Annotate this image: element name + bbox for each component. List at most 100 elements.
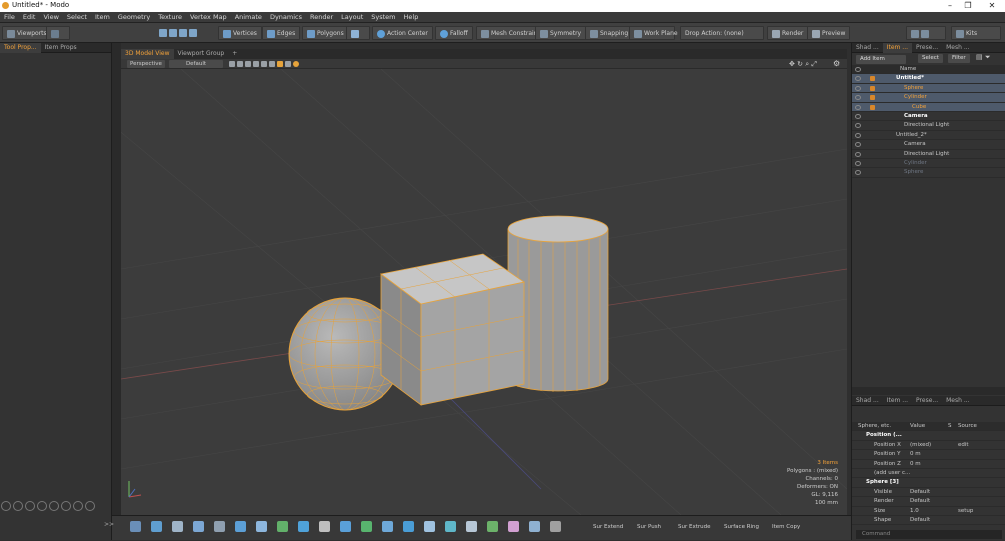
visibility-icon[interactable] — [855, 104, 861, 110]
item-row[interactable]: Camera — [852, 112, 1005, 122]
modeling-tool-icon[interactable] — [340, 521, 351, 532]
drop-action-dropdown[interactable]: Drop Action: (none) — [680, 26, 764, 40]
modeling-tool-icon[interactable] — [319, 521, 330, 532]
expand-icon[interactable]: >> — [98, 519, 120, 531]
item-row[interactable]: Camera — [852, 140, 1005, 150]
property-value[interactable]: Default — [910, 497, 930, 506]
display-icon-6[interactable] — [269, 61, 275, 67]
edges-button[interactable]: Edges — [262, 26, 301, 40]
lock-state-icon[interactable] — [870, 95, 875, 101]
modeling-tool-icon[interactable] — [298, 521, 309, 532]
visibility-icon[interactable] — [855, 151, 861, 157]
menu-help[interactable]: Help — [400, 12, 423, 23]
modeling-tool-icon[interactable] — [235, 521, 246, 532]
menu-render[interactable]: Render — [306, 12, 337, 23]
item-row[interactable]: Sphere — [852, 83, 1005, 94]
menu-system[interactable]: System — [367, 12, 399, 23]
modeling-tool-icon[interactable] — [529, 521, 540, 532]
vertices-button[interactable]: Vertices — [218, 26, 262, 40]
modeling-tool-icon[interactable] — [487, 521, 498, 532]
property-row[interactable]: Position X (mixed) edit — [852, 441, 1005, 451]
menu-edit[interactable]: Edit — [19, 12, 40, 23]
modeling-tool-icon[interactable] — [550, 521, 561, 532]
fit-icon[interactable]: ⤢ — [811, 60, 817, 68]
property-row[interactable]: Size 1.0 setup — [852, 507, 1005, 516]
modeling-tool-icon[interactable] — [424, 521, 435, 532]
visibility-icon[interactable] — [855, 170, 861, 176]
visibility-icon[interactable] — [855, 85, 861, 91]
minimize-icon[interactable]: – — [941, 0, 959, 12]
sur-push-button[interactable]: Sur Push — [631, 521, 667, 533]
layout-toggle-button[interactable] — [46, 26, 70, 40]
close-icon[interactable]: ✕ — [983, 0, 1001, 12]
warning-icon[interactable] — [277, 61, 283, 67]
mode-icon-8[interactable] — [85, 501, 95, 511]
select-button[interactable]: Select — [918, 54, 943, 63]
sur-extrude-button[interactable]: Sur Extrude — [672, 521, 717, 533]
falloff-button[interactable]: Falloff — [435, 26, 473, 40]
mode-icon-4[interactable] — [37, 501, 47, 511]
mode-icon-6[interactable] — [61, 501, 71, 511]
display-icon-1[interactable] — [229, 61, 235, 67]
property-value[interactable]: 1.0 — [910, 507, 919, 516]
modeling-tool-icon[interactable] — [382, 521, 393, 532]
visibility-icon[interactable] — [855, 113, 861, 119]
item-row[interactable]: Untitled* — [852, 74, 1005, 84]
property-row[interactable]: Sphere [3] — [852, 478, 1005, 488]
modeling-tool-icon[interactable] — [151, 521, 162, 532]
item-row[interactable]: Cylinder — [852, 159, 1005, 169]
modeling-tool-icon[interactable] — [466, 521, 477, 532]
visibility-icon[interactable] — [855, 123, 861, 129]
property-value[interactable]: Default — [910, 488, 930, 497]
tab-props-presets[interactable]: Prese... — [912, 396, 942, 406]
lock-state-icon[interactable] — [870, 85, 875, 91]
sur-extend-button[interactable]: Sur Extend — [587, 521, 629, 533]
view-mode-dropdown[interactable]: Perspective — [127, 60, 165, 68]
display-icon-3[interactable] — [245, 61, 251, 67]
tab-3d-model-view[interactable]: 3D Model View — [121, 49, 174, 59]
mode-icon-3[interactable] — [25, 501, 35, 511]
maximize-icon[interactable]: ❐ — [959, 0, 977, 12]
mode-icon-7[interactable] — [73, 501, 83, 511]
action-center-button[interactable]: Action Center — [372, 26, 433, 40]
item-row[interactable]: Untitled_2* — [852, 131, 1005, 141]
property-row[interactable]: Shape Default — [852, 516, 1005, 526]
lock-icon[interactable] — [293, 61, 299, 67]
zoom-icon[interactable]: ⌕ — [805, 60, 809, 68]
display-icon-2[interactable] — [237, 61, 243, 67]
tab-mesh[interactable]: Mesh ... — [942, 43, 973, 53]
menu-geometry[interactable]: Geometry — [114, 12, 154, 23]
kits-button[interactable]: Kits — [951, 26, 1001, 40]
display-icon-8[interactable] — [285, 61, 291, 67]
property-value[interactable]: 0 m — [910, 450, 921, 459]
mode-icon-5[interactable] — [49, 501, 59, 511]
menu-vertex-map[interactable]: Vertex Map — [186, 12, 231, 23]
select-tool-icon[interactable] — [159, 28, 167, 37]
menu-dynamics[interactable]: Dynamics — [266, 12, 306, 23]
render-button[interactable]: Render — [767, 26, 809, 40]
item-list-scrollbar[interactable] — [852, 387, 1005, 395]
lasso-icon[interactable] — [169, 28, 177, 37]
preview-button[interactable]: Preview — [807, 26, 851, 40]
modeling-tool-icon[interactable] — [445, 521, 456, 532]
visibility-icon[interactable] — [855, 132, 861, 138]
item-copy-button[interactable]: Item Copy — [766, 521, 806, 533]
property-value[interactable]: 0 m — [910, 460, 921, 469]
property-row[interactable]: Render Default — [852, 497, 1005, 507]
tab-viewport-group[interactable]: Viewport Group — [174, 49, 229, 59]
tab-shading[interactable]: Shad ... — [852, 43, 883, 53]
lock-state-icon[interactable] — [870, 104, 875, 110]
property-value[interactable]: (mixed) — [910, 441, 931, 450]
scene-canvas[interactable] — [121, 69, 847, 515]
item-row[interactable]: Directional Light — [852, 150, 1005, 159]
visibility-icon[interactable] — [855, 95, 861, 101]
work-plane-button[interactable]: Work Plane — [629, 26, 678, 40]
modeling-tool-icon[interactable] — [172, 521, 183, 532]
paint-select-icon[interactable] — [179, 28, 187, 37]
pan-icon[interactable]: ✥ — [789, 60, 795, 68]
property-row[interactable]: (add user c... — [852, 469, 1005, 479]
tab-props-mesh[interactable]: Mesh ... — [942, 396, 973, 406]
modeling-tool-icon[interactable] — [361, 521, 372, 532]
visibility-icon[interactable] — [855, 142, 861, 148]
modeling-tool-icon[interactable] — [214, 521, 225, 532]
